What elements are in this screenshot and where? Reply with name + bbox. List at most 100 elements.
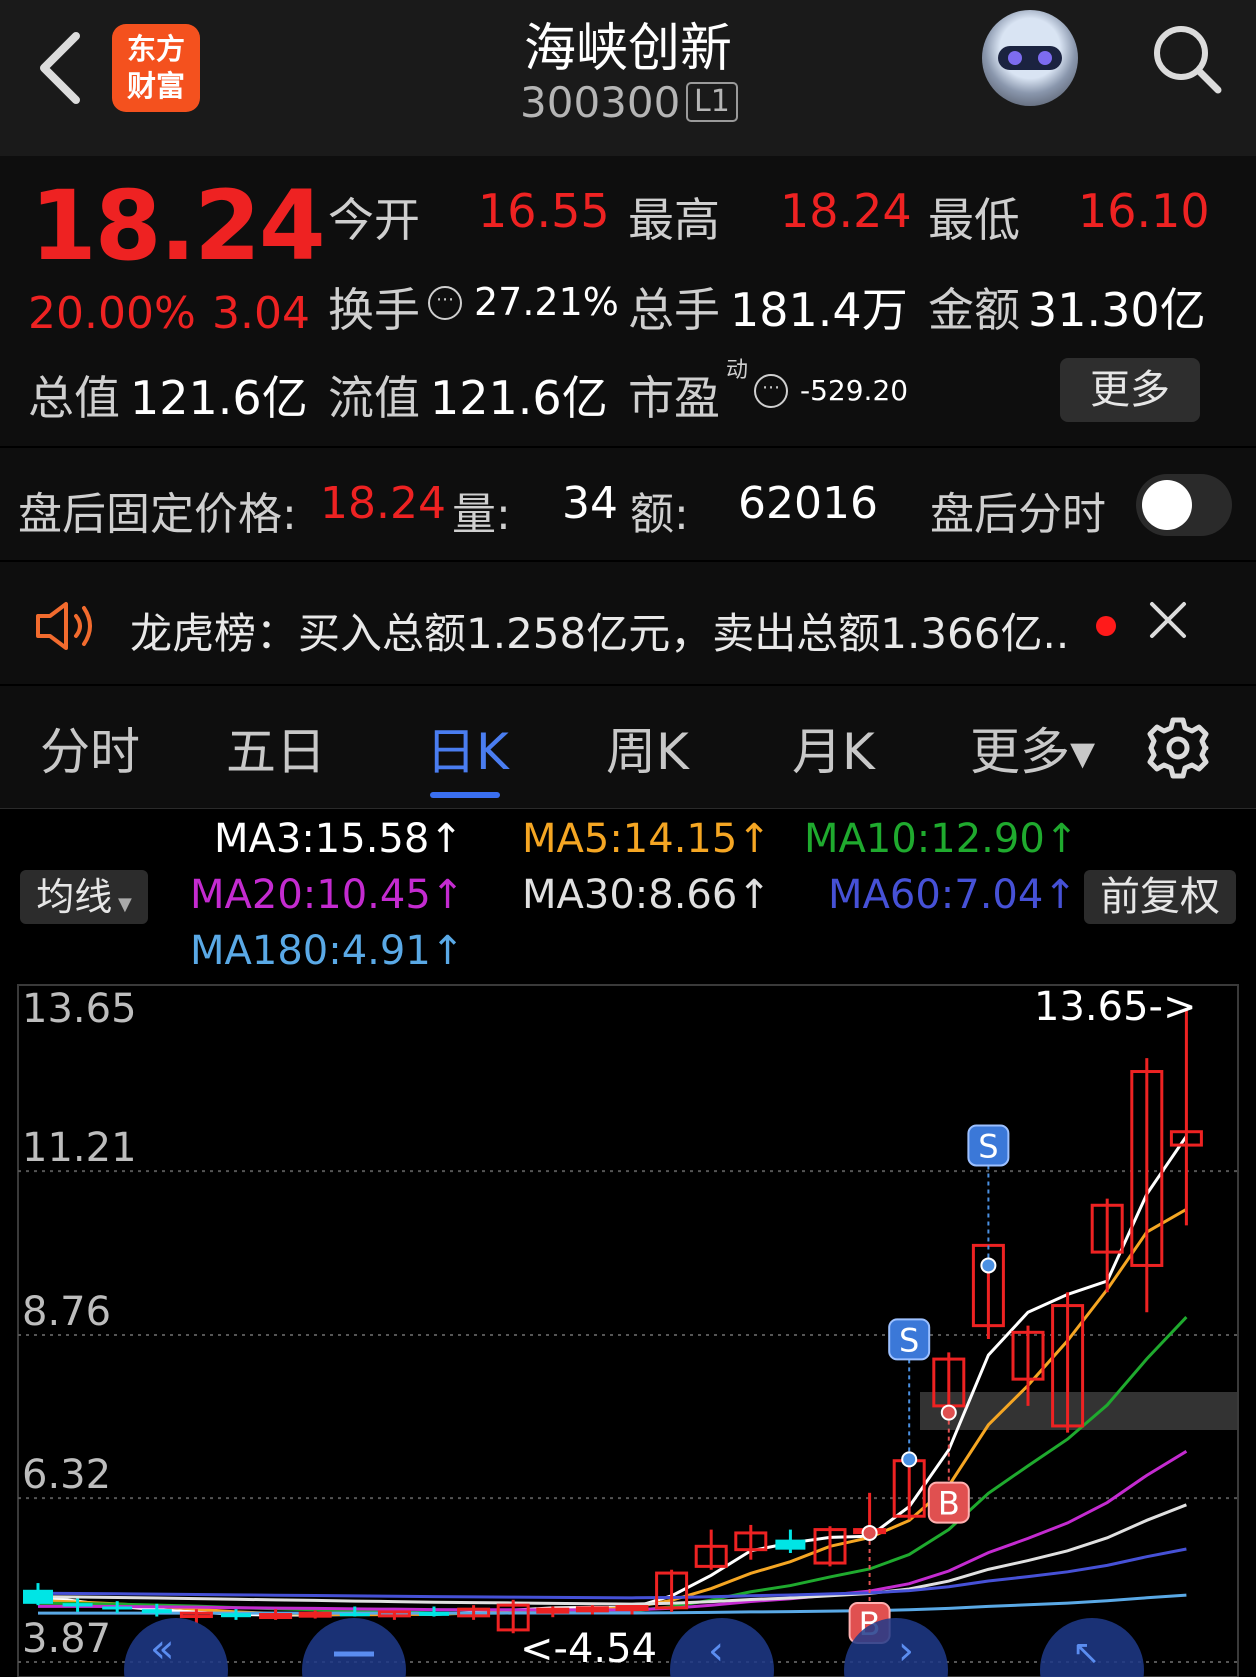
high-label: 最高 [628, 193, 720, 247]
unread-dot [1096, 616, 1116, 636]
after-hours-intraday-label: 盘后分时 [930, 489, 1106, 540]
zoom-out-button [302, 1618, 406, 1677]
candle-body [575, 1606, 609, 1613]
robot-eye-left [1008, 51, 1022, 65]
change-amount: 3.04 [212, 288, 310, 339]
tab-five-day[interactable]: 五日 [226, 712, 326, 784]
tab-intraday[interactable]: 分时 [40, 712, 140, 784]
after-hours-vol: 34 [562, 478, 618, 529]
search-icon[interactable] [1150, 22, 1224, 96]
sell-marker-label: S [899, 1321, 919, 1359]
gear-icon[interactable] [1146, 716, 1210, 780]
expand-arrow-icon: ↖ [1072, 1633, 1101, 1673]
amount-label: 金额 [928, 283, 1020, 337]
ma20-label: MA20:10.45↑ [190, 872, 465, 918]
ma10-label: MA10:12.90↑ [804, 816, 1079, 862]
stock-code: 300300 [520, 78, 681, 127]
after-hours-price: 18.24 [320, 478, 446, 529]
kline-chart[interactable]: 13.6511.218.766.323.87 SSBB 13.65-> <-4.… [0, 980, 1256, 1677]
after-hours-vol-label: 量: [452, 489, 511, 540]
robot-eye-right [1038, 51, 1052, 65]
sell-point [980, 1257, 997, 1274]
ma180-label: MA180:4.91↑ [190, 928, 465, 974]
mktcap-value: 121.6亿 [130, 371, 308, 425]
open-label: 今开 [328, 193, 420, 247]
info-icon[interactable]: ⋯ [428, 286, 462, 320]
active-tab-indicator [430, 792, 500, 798]
price-band-overlay [920, 1392, 1238, 1430]
candle-body [62, 1603, 93, 1607]
mktcap-label: 总值 [28, 371, 120, 425]
y-tick-label: 3.87 [22, 1616, 111, 1662]
candle-body [615, 1604, 649, 1611]
chevron-right-icon: › [898, 1628, 914, 1674]
tab-daily-k[interactable]: 日K [426, 712, 509, 784]
volume-value: 181.4万 [730, 283, 908, 337]
candle-body [419, 1611, 449, 1616]
y-tick-label: 6.32 [22, 1452, 111, 1498]
float-label: 流值 [328, 371, 420, 425]
y-tick-label: 13.65 [22, 986, 137, 1032]
candle-body [775, 1539, 806, 1550]
after-hours-amt: 62016 [738, 478, 878, 529]
close-icon[interactable] [1148, 600, 1188, 640]
change-percent: 20.00% [28, 288, 196, 339]
candle-body [102, 1606, 133, 1610]
buy-point [861, 1524, 878, 1541]
ma60-label: MA60:7.04↑ [828, 872, 1077, 918]
adjust-button[interactable]: 前复权 [1084, 870, 1236, 924]
chevron-down-icon: ▼ [112, 894, 132, 915]
after-hours-label: 盘后固定价格: [18, 489, 297, 540]
turnover-label: 换手 [328, 283, 420, 337]
high-value: 18.24 [780, 184, 912, 238]
toggle-knob [1142, 480, 1192, 530]
max-price-label: 13.65-> [1034, 984, 1196, 1030]
min-price-label: <-4.54 [520, 1626, 657, 1672]
float-value: 121.6亿 [430, 371, 608, 425]
volume-label: 总手 [628, 283, 720, 337]
y-axis-labels: 13.65 11.21 8.76 6.32 3.87 [22, 986, 137, 1662]
ma60-line [37, 1547, 1187, 1600]
news-text[interactable]: 龙虎榜：买入总额1.258亿元，卖出总额1.366亿... [130, 600, 1070, 661]
ma5-label: MA5:14.15↑ [522, 816, 771, 862]
candle-body [339, 1613, 370, 1617]
pe-label: 市盈 [628, 371, 720, 425]
more-button[interactable]: 更多 [1060, 358, 1200, 422]
after-hours-toggle[interactable] [1136, 474, 1232, 536]
last-price: 18.24 [30, 170, 326, 282]
low-label: 最低 [928, 193, 1020, 247]
ma3-label: MA3:15.58↑ [214, 816, 463, 862]
tab-monthly-k[interactable]: 月K [792, 712, 875, 784]
open-value: 16.55 [478, 184, 610, 238]
ma30-label: MA30:8.66↑ [522, 872, 771, 918]
candle-body [221, 1613, 251, 1618]
candle-body [298, 1611, 332, 1618]
low-value: 16.10 [1078, 184, 1210, 238]
buy-point [940, 1404, 957, 1421]
turnover-value: 27.21% [474, 280, 619, 324]
ma-select-button[interactable]: 均线 ▼ [20, 870, 148, 924]
amount-value: 31.30亿 [1028, 283, 1206, 337]
pe-value: -529.20 [800, 374, 909, 407]
candle-body [23, 1589, 53, 1604]
candle-body [141, 1609, 172, 1614]
buy-marker-label: B [938, 1485, 960, 1523]
sell-point [901, 1451, 918, 1468]
double-chevron-left-icon: « [150, 1626, 174, 1672]
info-icon[interactable]: ⋯ [754, 374, 788, 408]
tab-more[interactable]: 更多▾ [970, 712, 1095, 784]
chevron-left-icon: ‹ [708, 1628, 724, 1674]
level-badge: L1 [686, 82, 738, 122]
robot-visor [998, 46, 1062, 70]
pe-dynamic-sup: 动 [726, 358, 749, 383]
ma-select-label: 均线 [36, 875, 113, 919]
after-hours-amt-label: 额: [630, 489, 689, 540]
candle-body [259, 1613, 293, 1620]
tab-weekly-k[interactable]: 周K [606, 712, 689, 784]
candle-body [536, 1607, 570, 1614]
speaker-icon [36, 602, 92, 650]
robot-assistant-icon[interactable] [982, 10, 1078, 106]
y-tick-label: 8.76 [22, 1289, 111, 1335]
y-tick-label: 11.21 [22, 1125, 137, 1171]
scroll-left-fast-button [124, 1618, 228, 1677]
